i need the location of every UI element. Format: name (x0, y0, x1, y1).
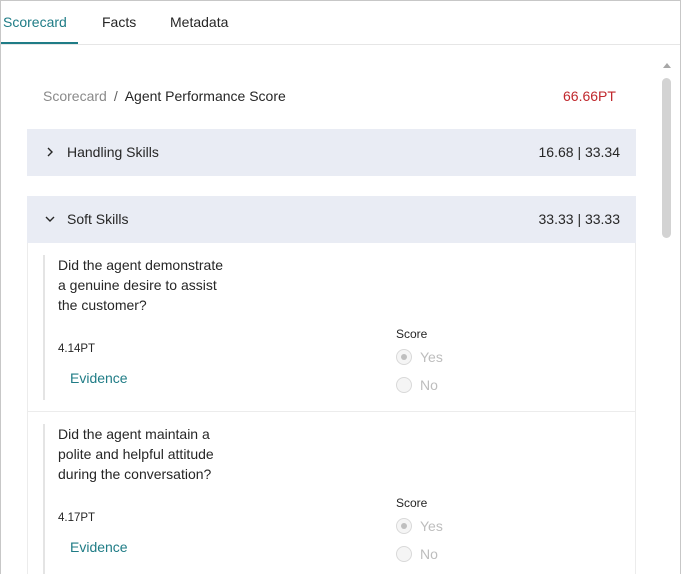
vertical-scrollbar[interactable] (659, 61, 675, 574)
chevron-down-icon (45, 216, 55, 222)
tab-facts[interactable]: Facts (102, 14, 136, 30)
radio-selected-icon (396, 518, 412, 534)
scrollbar-thumb[interactable] (662, 78, 671, 238)
radio-unselected-icon (396, 377, 412, 393)
section-body-soft-skills: Did the agent demonstrate a genuine desi… (27, 243, 636, 574)
option-label: Yes (420, 518, 443, 534)
question-divider (28, 411, 635, 412)
section-header-handling-skills[interactable]: Handling Skills 16.68 | 33.34 (27, 129, 636, 176)
breadcrumb: Scorecard / Agent Performance Score (43, 88, 286, 104)
option-label: No (420, 546, 438, 562)
breadcrumb-current: Agent Performance Score (124, 88, 286, 104)
breadcrumb-separator: / (113, 88, 118, 104)
section-header-soft-skills[interactable]: Soft Skills 33.33 | 33.33 (27, 196, 636, 243)
active-tab-indicator (1, 42, 78, 44)
tab-scorecard[interactable]: Scorecard (3, 14, 67, 30)
section-title: Soft Skills (67, 211, 129, 227)
radio-unselected-icon (396, 546, 412, 562)
tab-metadata[interactable]: Metadata (170, 14, 228, 30)
section-title: Handling Skills (67, 144, 159, 160)
chevron-right-icon (47, 147, 53, 157)
radio-selected-icon (396, 349, 412, 365)
scroll-up-arrow-icon[interactable] (663, 63, 671, 68)
option-label: No (420, 377, 438, 393)
question-accent-bar (43, 255, 45, 400)
option-label: Yes (420, 349, 443, 365)
question-text: Did the agent maintain a polite and help… (58, 426, 214, 482)
scorecard-content: Scorecard / Agent Performance Score 66.66P… (2, 46, 659, 574)
evidence-link[interactable]: Evidence (70, 539, 128, 555)
tab-bar: Scorecard Facts Metadata (1, 1, 680, 45)
question-points: 4.14PT (58, 343, 96, 355)
section-score: 16.68 | 33.34 (538, 144, 620, 160)
breadcrumb-root[interactable]: Scorecard (43, 88, 107, 104)
score-label: Score (396, 327, 428, 341)
scorecard-panel: Scorecard Facts Metadata Scorecard / Agent… (0, 0, 681, 574)
question-text: Did the agent demonstrate a genuine desi… (58, 257, 223, 313)
evidence-link[interactable]: Evidence (70, 370, 128, 386)
question-accent-bar (43, 424, 45, 574)
question-points: 4.17PT (58, 512, 96, 524)
total-score: 66.66PT (563, 88, 616, 104)
section-score: 33.33 | 33.33 (538, 211, 620, 227)
score-label: Score (396, 496, 428, 510)
